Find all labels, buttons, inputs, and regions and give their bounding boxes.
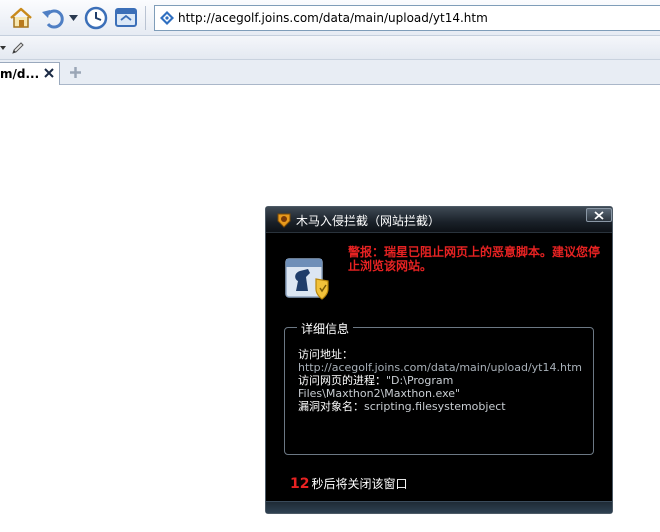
window-icon	[115, 8, 137, 27]
close-icon	[594, 211, 604, 220]
countdown-number: 12	[290, 476, 310, 492]
object-value: scripting.filesystemobject	[364, 400, 506, 413]
address-label: 访问地址：	[298, 348, 353, 361]
details-body: 访问地址： http://acegolf.joins.com/data/main…	[298, 348, 588, 413]
undo-arrow-icon	[42, 9, 64, 29]
page-icon	[160, 11, 174, 25]
address-url: http://acegolf.joins.com/data/main/uploa…	[178, 11, 488, 25]
details-legend: 详细信息	[297, 320, 354, 337]
undo-button[interactable]	[40, 5, 66, 31]
chevron-down-icon[interactable]	[69, 15, 78, 21]
tab-strip: m/d...	[0, 60, 660, 85]
screen-button[interactable]	[113, 5, 139, 31]
rising-lion-icon	[277, 213, 291, 228]
security-shield-icon	[285, 258, 329, 300]
countdown: 12 秒后将关闭该窗口	[290, 475, 408, 492]
dialog-close-button[interactable]	[586, 208, 612, 222]
browser-toolbar: http://acegolf.joins.com/data/main/uploa…	[0, 0, 660, 36]
close-icon[interactable]	[43, 67, 55, 79]
process-row: 访问网页的进程："D:\Program Files\Maxthon2\Maxth…	[298, 374, 588, 400]
dialog-titlebar[interactable]: 木马入侵拦截（网站拦截）	[266, 207, 612, 233]
history-button[interactable]	[83, 5, 109, 31]
toolbar-separator	[145, 6, 146, 30]
dialog-bottom-bar	[266, 501, 612, 513]
tab-active[interactable]: m/d...	[0, 62, 60, 85]
address-bar[interactable]: http://acegolf.joins.com/data/main/uploa…	[154, 5, 660, 31]
object-row: 漏洞对象名：scripting.filesystemobject	[298, 400, 588, 413]
countdown-text: 秒后将关闭该窗口	[311, 477, 408, 491]
home-button[interactable]	[8, 5, 34, 31]
object-label: 漏洞对象名：	[298, 400, 364, 413]
warning-message: 警报：瑞星已阻止网页上的恶意脚本。建议您停止浏览该网站。	[348, 245, 601, 273]
process-label: 访问网页的进程：	[298, 374, 386, 387]
clock-icon	[84, 6, 108, 30]
address-value: http://acegolf.joins.com/data/main/uploa…	[298, 361, 582, 374]
home-icon	[10, 7, 32, 28]
edit-pen-icon[interactable]	[10, 40, 26, 56]
new-tab-icon[interactable]	[69, 66, 82, 79]
details-group: 详细信息 访问地址： http://acegolf.joins.com/data…	[284, 320, 594, 455]
intrusion-alert-dialog: 木马入侵拦截（网站拦截） 警报：瑞星已阻止网页上的恶意脚本。建议您停止浏览该网站…	[265, 206, 613, 514]
secondary-toolbar	[0, 36, 660, 60]
dialog-title: 木马入侵拦截（网站拦截）	[296, 214, 441, 228]
chevron-down-icon[interactable]	[0, 41, 8, 55]
tab-label: m/d...	[0, 67, 40, 81]
